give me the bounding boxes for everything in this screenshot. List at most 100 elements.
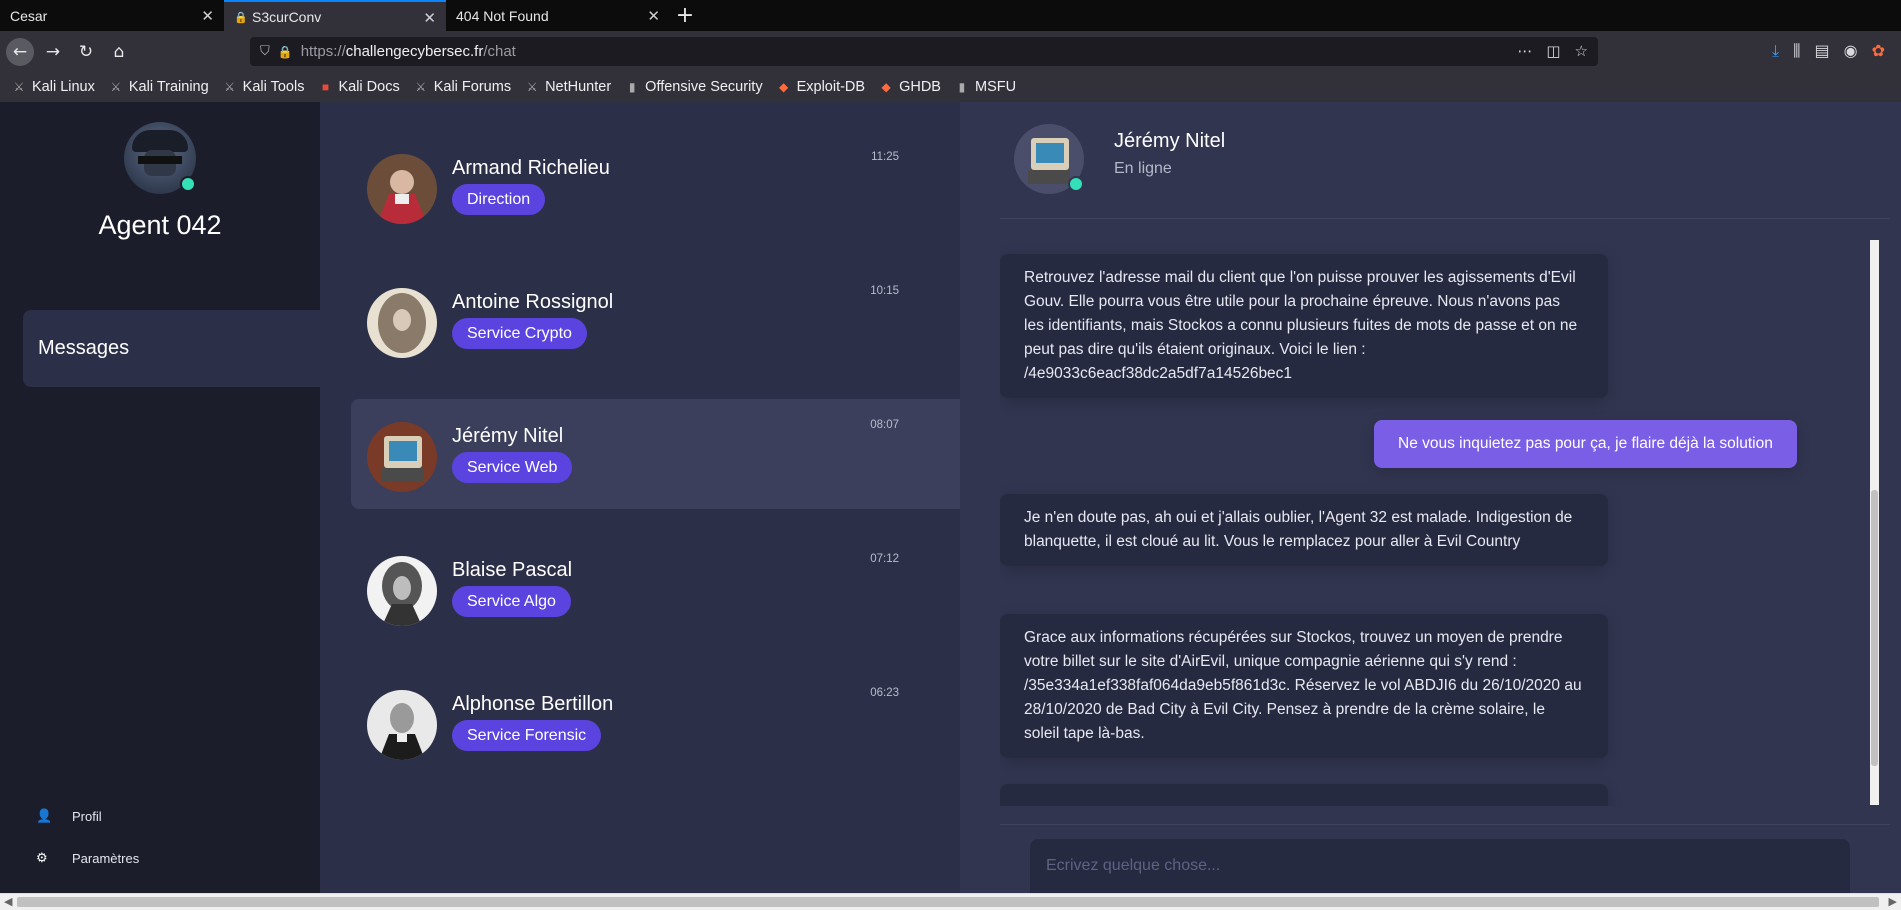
scrollbar-thumb[interactable]: [1871, 490, 1878, 766]
download-icon[interactable]: ⤓: [1772, 41, 1779, 61]
bookmark-ghdb[interactable]: ◆ GHDB: [879, 79, 941, 95]
bookmark-msfu[interactable]: ▮ MSFU: [955, 79, 1016, 95]
bookmark-label: Kali Tools: [242, 79, 305, 95]
horizontal-scrollbar[interactable]: ◀ ▶: [0, 893, 1901, 910]
contact-list: Armand Richelieu Direction 11:25 Antoine…: [320, 102, 961, 893]
offsec-icon: ▮: [628, 80, 636, 94]
contact-item[interactable]: Antoine Rossignol Service Crypto 10:15: [351, 265, 961, 375]
ghdb-icon: ◆: [881, 80, 891, 94]
url-scheme: https://: [300, 43, 346, 60]
forward-icon[interactable]: →: [39, 38, 67, 66]
chat-contact-status: En ligne: [1114, 160, 1172, 177]
bookmark-kali-docs[interactable]: ■ Kali Docs: [318, 79, 400, 95]
bookmark-label: Kali Linux: [32, 79, 95, 95]
gear-icon: ⚙: [36, 850, 48, 865]
sidebar-item-label: Profil: [72, 808, 102, 824]
contact-time: 08:07: [870, 419, 899, 431]
sidebar-item-profil[interactable]: 👤 Profil: [36, 808, 102, 824]
exploitdb-icon: ◆: [778, 80, 789, 94]
sidebar-item-messages[interactable]: Messages: [23, 310, 320, 387]
url-text[interactable]: https://challengecybersec.fr/chat: [301, 43, 516, 60]
message-input[interactable]: [1030, 839, 1850, 893]
divider: [1000, 218, 1890, 219]
bookmark-kali-tools[interactable]: ⚔ Kali Tools: [223, 79, 305, 95]
kali-icon: ⚔: [110, 80, 122, 94]
msfu-icon: ▮: [958, 80, 966, 94]
scroll-left-icon[interactable]: ◀: [4, 895, 12, 908]
kali-icon: ⚔: [224, 80, 236, 94]
account-icon[interactable]: ◉: [1844, 41, 1858, 61]
url-host: challengecybersec.fr: [345, 43, 484, 60]
contact-avatar: [367, 422, 437, 492]
bookmark-nethunter[interactable]: ⚔ NetHunter: [525, 79, 611, 95]
bookmark-exploit-db[interactable]: ◆ Exploit-DB: [777, 79, 866, 95]
close-icon[interactable]: ✕: [647, 7, 660, 25]
navigation-bar: ← → ↻ ⌂ ⛉ 🔒 https://challengecybersec.fr…: [0, 31, 1901, 72]
bookmark-kali-forums[interactable]: ⚔ Kali Forums: [414, 79, 511, 95]
docs-icon: ■: [321, 80, 330, 94]
bookmark-offensive-security[interactable]: ▮ Offensive Security: [625, 79, 763, 95]
reload-icon[interactable]: ↻: [72, 38, 100, 66]
mask-shape: [138, 156, 182, 164]
agent-name: Agent 042: [98, 210, 222, 240]
bookmark-label: Offensive Security: [645, 79, 763, 95]
shield-icon[interactable]: ⛉: [260, 44, 270, 59]
contact-item-active[interactable]: Jérémy Nitel Service Web 08:07: [351, 399, 961, 509]
contact-item[interactable]: Armand Richelieu Direction 11:25: [351, 131, 961, 241]
extension-icon[interactable]: ✿: [1872, 41, 1885, 61]
bookmark-label: Kali Training: [128, 79, 209, 95]
scrollbar-thumb[interactable]: [17, 897, 1879, 907]
richelieu-portrait-icon: [367, 154, 437, 224]
chat-scrollbar[interactable]: [1870, 240, 1879, 805]
contact-name: Blaise Pascal: [452, 559, 573, 581]
sidebar-icon[interactable]: ▤: [1815, 41, 1830, 61]
bookmark-label: MSFU: [974, 79, 1017, 95]
bertillon-portrait-icon: [367, 690, 437, 760]
bookmark-label: Kali Docs: [338, 79, 400, 95]
tab-404[interactable]: 404 Not Found ✕: [446, 0, 670, 31]
contact-badge: Service Forensic: [452, 720, 602, 751]
contact-item[interactable]: Alphonse Bertillon Service Forensic 06:2…: [351, 667, 961, 777]
message-outgoing: Ne vous inquietez pas pour ça, je flaire…: [1374, 420, 1797, 468]
kali-icon: ⚔: [13, 80, 25, 94]
home-icon[interactable]: ⌂: [105, 38, 133, 66]
message-incoming: [1000, 784, 1608, 806]
online-status-dot: [1068, 176, 1084, 192]
message-incoming: Grace aux informations récupérées sur St…: [1000, 614, 1608, 758]
more-icon[interactable]: ⋯: [1517, 42, 1532, 60]
contact-badge: Service Web: [452, 452, 573, 483]
back-icon[interactable]: ←: [6, 37, 34, 66]
close-icon[interactable]: ✕: [423, 9, 436, 27]
rossignol-portrait-icon: [367, 288, 437, 358]
contact-name: Jérémy Nitel: [452, 425, 564, 447]
contact-time: 11:25: [871, 151, 899, 163]
contact-item[interactable]: Blaise Pascal Service Algo 07:12: [351, 533, 961, 643]
contact-time: 07:12: [870, 553, 899, 565]
agent-avatar[interactable]: [124, 122, 196, 194]
new-tab-icon[interactable]: +: [670, 0, 700, 31]
url-bar[interactable]: ⛉ 🔒 https://challengecybersec.fr/chat ⋯ …: [250, 37, 1598, 66]
bookmark-label: Exploit-DB: [796, 79, 866, 95]
bookmark-kali-training[interactable]: ⚔ Kali Training: [109, 79, 209, 95]
bookmark-label: NetHunter: [545, 79, 612, 95]
library-icon[interactable]: ⫼: [1793, 41, 1800, 61]
tab-s3curconv[interactable]: 🔒 S3curConv ✕: [224, 0, 446, 31]
contact-avatar: [367, 556, 437, 626]
lock-icon[interactable]: 🔒: [278, 45, 293, 59]
bookmark-kali-linux[interactable]: ⚔ Kali Linux: [12, 79, 95, 95]
message-list[interactable]: Retrouvez l'adresse mail du client que l…: [1000, 240, 1900, 806]
close-icon[interactable]: ✕: [201, 7, 214, 25]
chat-app: Agent 042 Messages 👤 Profil ⚙ Paramètres…: [0, 102, 1901, 893]
sidebar-item-parametres[interactable]: ⚙ Paramètres: [36, 850, 139, 866]
nethunter-icon: ⚔: [526, 80, 538, 94]
scroll-right-icon[interactable]: ▶: [1889, 895, 1897, 908]
hat-shape: [132, 130, 188, 152]
tab-title: 404 Not Found: [456, 7, 549, 24]
contact-avatar: [367, 154, 437, 224]
tab-bar: Cesar ✕ 🔒 S3curConv ✕ 404 Not Found ✕ +: [0, 0, 1901, 31]
divider: [1000, 824, 1890, 825]
star-icon[interactable]: ☆: [1575, 42, 1588, 60]
tab-cesar[interactable]: Cesar ✕: [0, 0, 224, 31]
chat-panel: Jérémy Nitel En ligne Retrouvez l'adress…: [960, 102, 1901, 893]
pocket-icon[interactable]: ◫: [1546, 42, 1560, 60]
